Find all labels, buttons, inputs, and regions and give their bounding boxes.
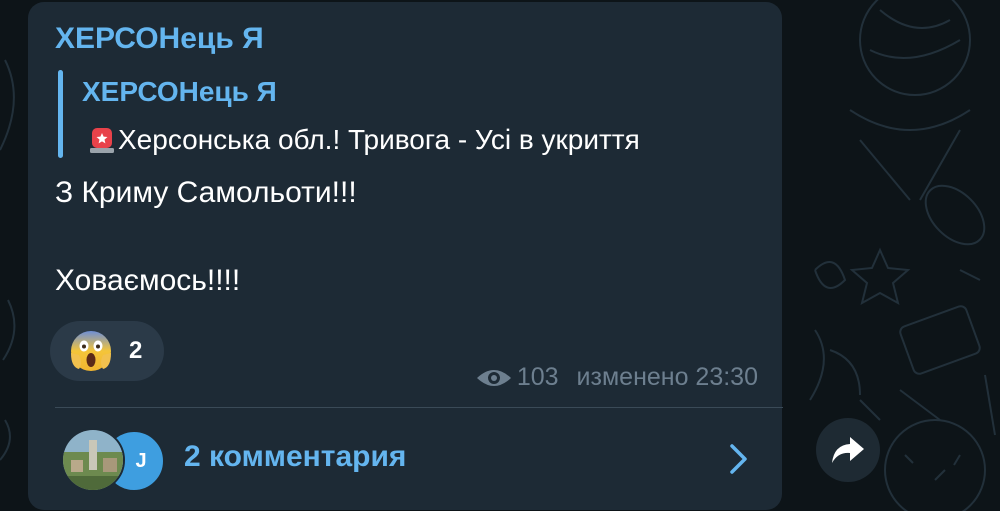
chevron-right-icon (730, 444, 747, 474)
message-bubble: ХЕРСОНець Я ХЕРСОНець Я Херсонська обл.!… (28, 2, 783, 510)
quote-author: ХЕРСОНець Я (82, 76, 277, 107)
view-count: 103 (516, 363, 559, 391)
share-button[interactable] (816, 418, 880, 482)
quote-text-row: Херсонська обл.! Тривога - Усі в укриття (88, 124, 640, 156)
message-text-line-2: Ховаємось!!!! (55, 264, 241, 297)
comments-button[interactable]: J 2 комментария (28, 408, 782, 508)
message-text-line-1: З Криму Самольоти!!! (55, 176, 357, 209)
reaction-count: 2 (129, 337, 143, 364)
quote-text: Херсонська обл.! Тривога - Усі в укриття (118, 124, 640, 155)
edited-timestamp: изменено 23:30 (576, 363, 758, 391)
avatar (61, 428, 125, 492)
reaction-chip[interactable]: 2 (50, 321, 164, 381)
eye-icon (476, 369, 511, 386)
comments-label: 2 комментария (184, 440, 407, 473)
share-arrow-icon (832, 437, 864, 463)
siren-icon (90, 128, 114, 153)
quoted-message[interactable]: ХЕРСОНець Я Херсонська обл.! Тривога - У… (58, 70, 778, 158)
channel-name[interactable]: ХЕРСОНець Я (55, 22, 264, 56)
quote-bar (58, 70, 63, 158)
message-meta: 103 изменено 23:30 (475, 363, 758, 392)
face-screaming-in-fear-icon (71, 331, 111, 371)
